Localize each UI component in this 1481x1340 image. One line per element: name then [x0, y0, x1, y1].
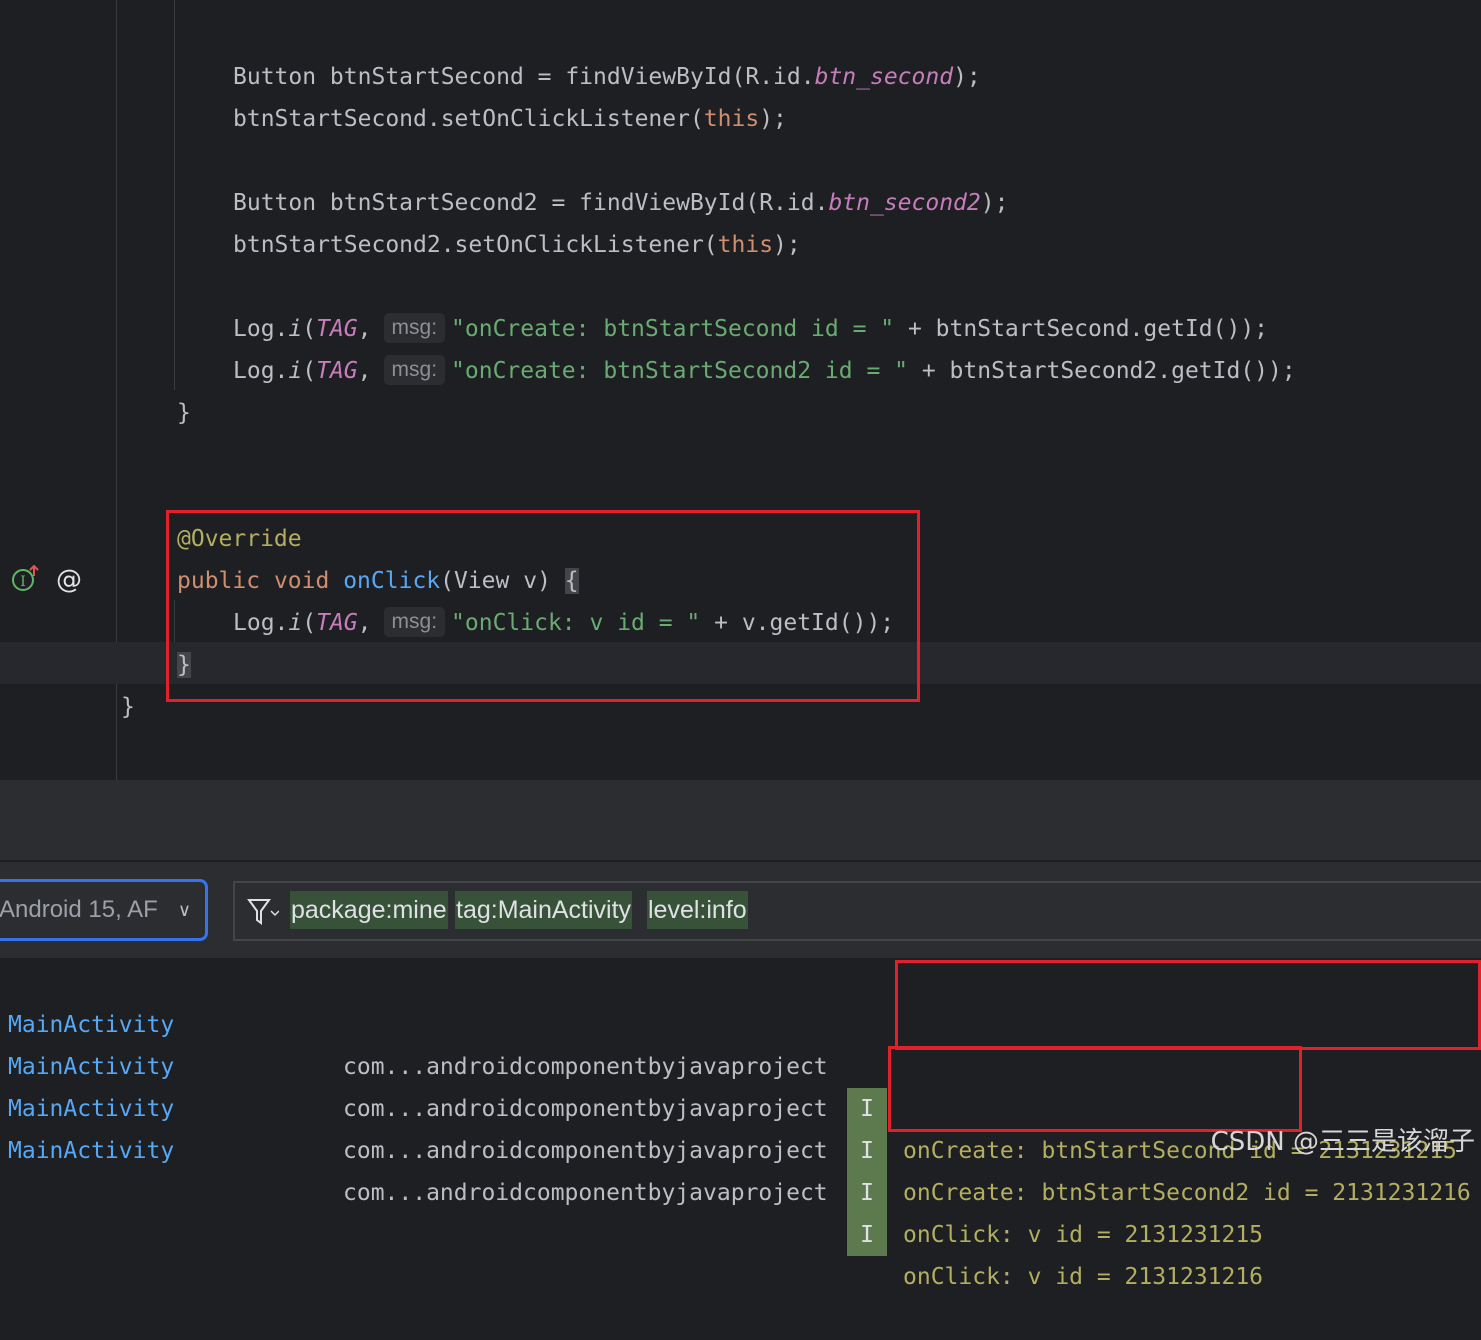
onclick-highlight-box [166, 510, 920, 702]
log-message: onCreate: btnStartSecond2 id = 213123121… [903, 1180, 1471, 1206]
log-level: I [847, 1172, 887, 1214]
implements-method-icon[interactable]: I [10, 564, 40, 594]
logcat-filter-input[interactable]: package:mine tag:MainActivity level:info [233, 881, 1481, 941]
gutter-markers: I @ [10, 562, 84, 596]
code-line: } [121, 694, 135, 720]
log-level: I [847, 1214, 887, 1256]
chevron-down-icon: ∨ [177, 900, 191, 920]
annotation-at-icon[interactable]: @ [54, 564, 84, 594]
log-message: onClick: v id = 2131231215 [903, 1222, 1264, 1248]
code-line: Button btnStartSecond2 = findViewById(R.… [233, 190, 1009, 216]
filter-icon[interactable] [247, 897, 279, 927]
code-line: Button btnStartSecond = findViewById(R.i… [233, 64, 981, 90]
code-line: } [177, 400, 191, 426]
filter-chip-level: level:info [647, 891, 748, 929]
code-line: Log.i(TAG, msg: "onCreate: btnStartSecond2… [233, 350, 1296, 392]
parameter-hint: msg: [383, 313, 446, 343]
watermark: CSDN @三三是该溜子 [1210, 1127, 1475, 1157]
device-label: Android 15, AF [0, 896, 158, 923]
device-selector[interactable]: Android 15, AF ∨ [0, 879, 208, 941]
indent-guide [174, 0, 175, 390]
log-package: com...androidcomponentbyjavaproject [343, 1180, 828, 1206]
svg-text:@: @ [56, 565, 82, 594]
log-message: onClick: v id = 2131231216 [903, 1264, 1264, 1290]
code-line: Log.i(TAG, msg: "onCreate: btnStartSecond … [233, 308, 1268, 350]
filter-chip-package: package:mine [290, 891, 448, 929]
svg-text:I: I [20, 574, 26, 590]
code-editor[interactable]: I @ Button btnStartSecond = findViewById… [0, 0, 1481, 780]
onclick-log-highlight-box [888, 1046, 1302, 1132]
code-line: btnStartSecond2.setOnClickListener(this)… [233, 232, 801, 258]
parameter-hint: msg: [383, 355, 446, 385]
code-line: btnStartSecond.setOnClickListener(this); [233, 106, 787, 132]
filter-chip-tag: tag:MainActivity [455, 891, 633, 929]
panel-divider [0, 780, 1481, 862]
oncreate-log-highlight-box [895, 960, 1481, 1050]
